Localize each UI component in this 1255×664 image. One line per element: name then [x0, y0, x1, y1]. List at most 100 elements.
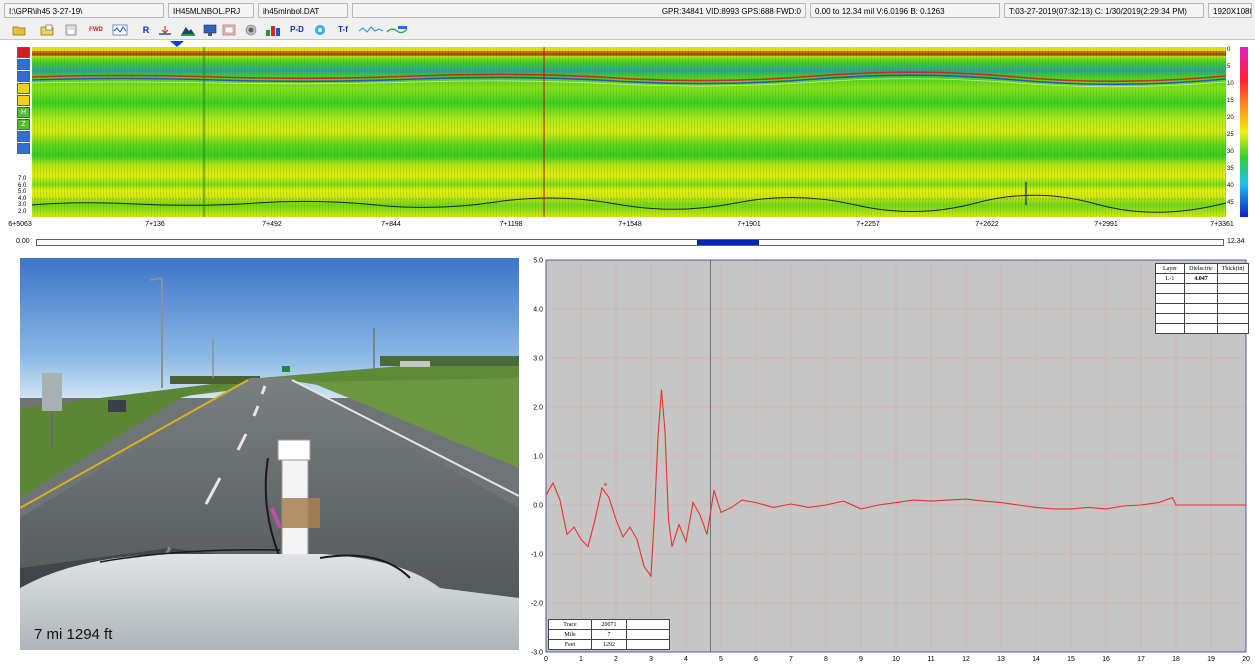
y-tick-label: -2.0	[531, 601, 543, 608]
depth-tick: 0	[1227, 47, 1231, 53]
table-cell[interactable]	[1217, 323, 1249, 334]
waveform-icon[interactable]	[112, 23, 128, 37]
table-cell[interactable]	[1184, 283, 1218, 294]
y-tick-label: 4.0	[533, 307, 543, 314]
monitor-icon[interactable]	[203, 23, 217, 37]
table-row: Feet 1292	[548, 639, 670, 650]
chainage-label: 7+2991	[1094, 221, 1118, 228]
x-tick-label: 14	[1032, 656, 1040, 663]
table-cell	[1155, 323, 1185, 334]
save-icon[interactable]	[64, 23, 78, 37]
y-tick-label: 3.0	[533, 356, 543, 363]
position-scrollbar[interactable]	[36, 239, 1224, 246]
gear-icon[interactable]	[313, 23, 327, 37]
y-tick-label: 0.0	[533, 503, 543, 510]
radargram-panel[interactable]	[16, 47, 1226, 217]
depth-tick: 25	[1227, 132, 1234, 138]
status-bar: I:\GPR\ih45 3-27-19\ IH45MLNBOL.PRJ ih45…	[0, 0, 1255, 23]
table-row	[1155, 303, 1249, 314]
x-tick-label: 11	[927, 656, 934, 663]
next-icon[interactable]	[17, 143, 30, 154]
zoom-icon[interactable]	[17, 59, 30, 70]
project-file-label: IH45MLNBOL.PRJ	[168, 3, 254, 18]
x-tick-label: 12	[962, 656, 970, 663]
peak-marker: *	[604, 481, 608, 492]
table-cell	[626, 639, 670, 650]
bar-chart-icon[interactable]	[265, 23, 283, 37]
data-file-label: ih45mlnbol.DAT	[258, 3, 348, 18]
table-cell[interactable]	[1184, 303, 1218, 314]
x-tick-label: 18	[1172, 656, 1180, 663]
elevation-scale: 7.0 6.0 5.0 4.0 3.0 2.0	[18, 176, 32, 216]
x-tick-label: 0	[544, 656, 548, 663]
x-tick-label: 9	[859, 656, 863, 663]
table-cell[interactable]: 4.047	[1184, 273, 1218, 284]
video-overlay-text: 7 mi 1294 ft	[34, 626, 113, 643]
x-tick-label: 2	[614, 656, 618, 663]
chainage-label: 7+2257	[856, 221, 880, 228]
depth-tick: 30	[1227, 149, 1234, 155]
table-row	[1155, 293, 1249, 304]
chainage-label: 7+1198	[499, 221, 523, 228]
chainage-label: 7+1548	[618, 221, 642, 228]
chainage-label: 7+136	[145, 221, 165, 228]
red-flag-icon[interactable]	[17, 47, 30, 58]
table-cell[interactable]	[1217, 273, 1249, 284]
open-file-icon[interactable]	[40, 23, 54, 37]
table-cell	[1155, 303, 1185, 314]
waveform-plot[interactable]: 5.04.03.02.01.00.0-1.0-2.0-3.0 012345678…	[530, 256, 1255, 664]
scroll-thumb[interactable]	[697, 240, 759, 245]
cursor-marker-icon[interactable]	[170, 40, 184, 47]
trace-info-table: Trace 20071 Mile 7 Feet 1292	[548, 619, 670, 650]
layers-icon[interactable]	[386, 23, 408, 37]
depth-tick: 10	[1227, 81, 1234, 87]
table-cell[interactable]	[1184, 293, 1218, 304]
prev-icon[interactable]	[17, 131, 30, 142]
table-header-cell: Thick(in)	[1217, 263, 1249, 274]
fwd-button[interactable]: FWD	[86, 23, 106, 37]
r-button[interactable]: R	[140, 23, 152, 37]
x-tick-label: 7	[789, 656, 793, 663]
table-cell	[626, 619, 670, 630]
scroll-start-label: 0.00	[16, 238, 30, 245]
toolbar: FWD R P-D T-f	[0, 22, 1255, 40]
depth-tick: 15	[1227, 98, 1234, 104]
table-cell[interactable]	[1217, 313, 1249, 324]
z-button[interactable]: Z	[17, 119, 30, 130]
x-tick-label: 6	[754, 656, 758, 663]
depth-tick: 5	[1227, 64, 1231, 70]
x-tick-label: 17	[1137, 656, 1145, 663]
mountain-icon[interactable]	[180, 23, 196, 37]
pan-icon[interactable]	[17, 71, 30, 82]
h-button[interactable]: H	[17, 107, 30, 118]
wave-line-icon[interactable]	[358, 23, 384, 37]
y-tick-label: 5.0	[533, 258, 543, 265]
table-row	[1155, 323, 1249, 334]
x-tick-label: 8	[824, 656, 828, 663]
layer-table: Layer Dielectric Thick(in) L-1 4.047	[1155, 263, 1249, 334]
table-row: Trace 20071	[548, 619, 670, 630]
table-cell[interactable]	[1217, 283, 1249, 294]
x-tick-label: 20	[1242, 656, 1250, 663]
table-cell: 1292	[591, 639, 627, 650]
pd-button[interactable]: P-D	[287, 23, 307, 37]
expand-icon[interactable]	[17, 83, 30, 94]
elevation-tick: 2.0	[18, 208, 27, 215]
cross-icon[interactable]	[17, 95, 30, 106]
image-icon[interactable]	[222, 23, 236, 37]
table-cell[interactable]	[1184, 313, 1218, 324]
table-cell[interactable]	[1217, 303, 1249, 314]
path-label: I:\GPR\ih45 3-27-19\	[4, 3, 164, 18]
table-cell[interactable]	[1184, 323, 1218, 334]
table-cell[interactable]	[1217, 293, 1249, 304]
th-button[interactable]: T-f	[334, 23, 352, 37]
table-header-cell: Dielectric	[1184, 263, 1218, 274]
open-folder-icon[interactable]	[12, 23, 26, 37]
x-tick-label: 16	[1102, 656, 1110, 663]
x-tick-label: 10	[892, 656, 900, 663]
depth-tick: 40	[1227, 183, 1234, 189]
depth-tick: 45	[1227, 200, 1234, 206]
depth-tick: 20	[1227, 115, 1234, 121]
ground-icon[interactable]	[157, 23, 173, 37]
camera-icon[interactable]	[244, 23, 258, 37]
